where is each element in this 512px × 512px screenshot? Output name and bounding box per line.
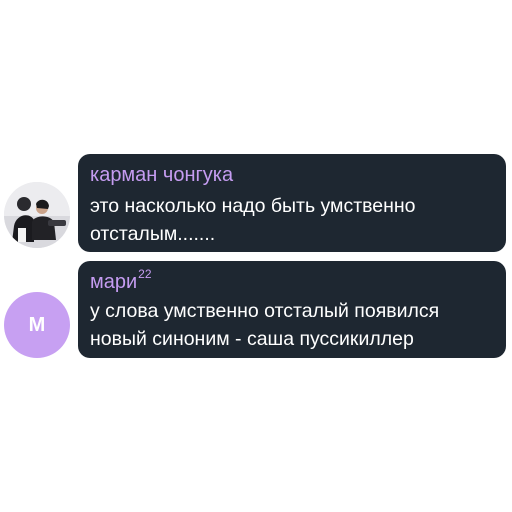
sender-name[interactable]: карман чонгука <box>90 162 494 188</box>
avatar-letter: М <box>28 313 46 336</box>
message-bubble[interactable]: мари22 у слова умственно отсталый появил… <box>78 261 506 358</box>
message-text: у слова умственно отсталый появился новы… <box>90 300 440 350</box>
sender-name-superscript: 22 <box>138 267 152 282</box>
message-text: это насколько надо быть умственно отстал… <box>90 195 416 245</box>
user-letter-avatar[interactable]: М <box>4 292 70 358</box>
user-photo-avatar[interactable] <box>4 182 70 248</box>
user-photo-icon <box>4 182 70 248</box>
sender-name-text: мари <box>90 271 138 293</box>
message-bubble[interactable]: карман чонгука это насколько надо быть у… <box>78 154 506 252</box>
sender-name-text: карман чонгука <box>90 164 234 186</box>
sender-name[interactable]: мари22 <box>90 267 494 295</box>
